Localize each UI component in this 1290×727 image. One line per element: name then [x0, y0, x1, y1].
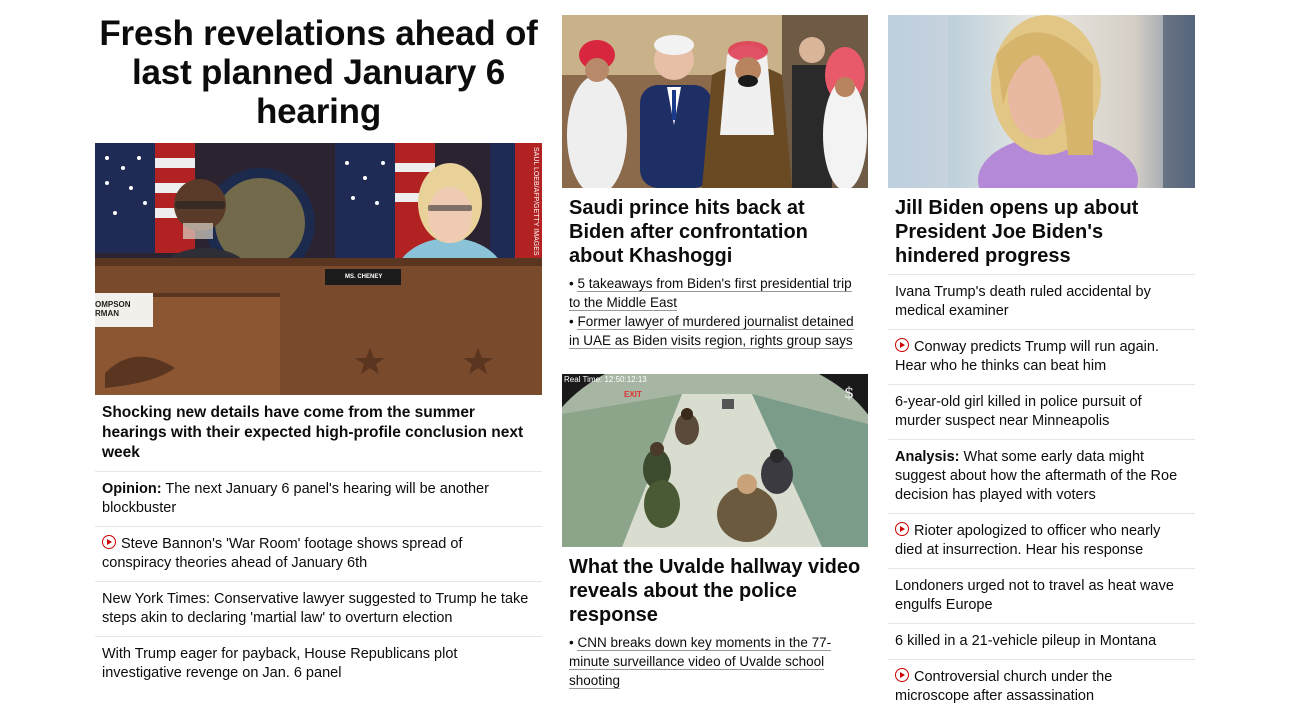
- middle-column: Saudi prince hits back at Biden after co…: [562, 0, 868, 690]
- link-text: Controversial church under the microscop…: [895, 669, 1113, 704]
- photo-credit: SAUL LOEB/AFP/GETTY IMAGES: [532, 147, 539, 256]
- related-links-list: Opinion: The next January 6 panel's hear…: [95, 472, 542, 691]
- link-rioter-video[interactable]: Rioter apologized to officer who nearly …: [888, 514, 1195, 569]
- saudi-sublinks: • 5 takeaways from Biden's first preside…: [562, 274, 868, 350]
- podium-text: OMPSON RMAN: [95, 300, 131, 318]
- link-opinion[interactable]: Opinion: The next January 6 panel's hear…: [95, 472, 542, 527]
- jan6-hearing-photo[interactable]: SAUL LOEB/AFP/GETTY IMAGES MS. CHENEY OM…: [95, 143, 542, 395]
- play-icon: [895, 668, 909, 682]
- link-montana-pileup[interactable]: 6 killed in a 21-vehicle pileup in Monta…: [888, 624, 1195, 660]
- link-text: With Trump eager for payback, House Repu…: [102, 646, 458, 681]
- uvalde-sublinks: • CNN breaks down key moments in the 77-…: [562, 633, 868, 690]
- video-timestamp: Real Time: 12:50:12:13: [564, 375, 647, 384]
- saudi-headline[interactable]: Saudi prince hits back at Biden after co…: [562, 188, 868, 274]
- uvalde-hallway-image: $: [562, 374, 868, 547]
- link-church-video[interactable]: Controversial church under the microscop…: [888, 660, 1195, 714]
- jan6-hearing-image: [95, 143, 542, 395]
- exit-sign-text: EXIT: [624, 390, 642, 399]
- link-conway-video[interactable]: Conway predicts Trump will run again. He…: [888, 330, 1195, 385]
- sublink-takeaways[interactable]: • 5 takeaways from Biden's first preside…: [569, 274, 861, 312]
- link-bannon-video[interactable]: Steve Bannon's 'War Room' footage shows …: [95, 527, 542, 582]
- lead-summary[interactable]: Shocking new details have come from the …: [95, 395, 542, 472]
- lead-headline[interactable]: Fresh revelations ahead of last planned …: [95, 14, 542, 131]
- link-minneapolis-pursuit[interactable]: 6-year-old girl killed in police pursuit…: [888, 385, 1195, 440]
- play-icon: [895, 522, 909, 536]
- jill-biden-image: [888, 15, 1195, 188]
- jill-biden-headline[interactable]: Jill Biden opens up about President Joe …: [888, 188, 1195, 275]
- link-text: Rioter apologized to officer who nearly …: [895, 523, 1161, 558]
- link-text: Londoners urged not to travel as heat wa…: [895, 578, 1174, 613]
- sublink-lawyer-detained[interactable]: • Former lawyer of murdered journalist d…: [569, 312, 861, 350]
- link-nyt-martial-law[interactable]: New York Times: Conservative lawyer sugg…: [95, 582, 542, 637]
- lead-story-column: Fresh revelations ahead of last planned …: [95, 0, 542, 691]
- saudi-prince-photo[interactable]: [562, 15, 868, 188]
- sublink-text: Former lawyer of murdered journalist det…: [569, 314, 854, 349]
- uvalde-video-thumbnail[interactable]: $ Real Time: 12:50:12:13 EXIT: [562, 374, 868, 547]
- nameplate-text: MS. CHENEY: [345, 274, 383, 280]
- link-text: 6 killed in a 21-vehicle pileup in Monta…: [895, 633, 1157, 649]
- link-text: Conway predicts Trump will run again. He…: [895, 339, 1159, 374]
- link-ivana-trump[interactable]: Ivana Trump's death ruled accidental by …: [888, 275, 1195, 330]
- right-links-list: Ivana Trump's death ruled accidental by …: [888, 275, 1195, 714]
- link-roe-analysis[interactable]: Analysis: What some early data might sug…: [888, 440, 1195, 514]
- analysis-label: Analysis:: [895, 449, 960, 465]
- link-text: 6-year-old girl killed in police pursuit…: [895, 394, 1142, 429]
- saudi-prince-image: [562, 15, 868, 188]
- sublink-text: 5 takeaways from Biden's first president…: [569, 276, 852, 311]
- link-heat-wave[interactable]: Londoners urged not to travel as heat wa…: [888, 569, 1195, 624]
- link-text: Steve Bannon's 'War Room' footage shows …: [102, 536, 463, 571]
- opinion-label: Opinion:: [102, 481, 162, 497]
- link-text: New York Times: Conservative lawyer sugg…: [102, 591, 529, 626]
- sublink-text: CNN breaks down key moments in the 77-mi…: [569, 635, 832, 689]
- link-text: Ivana Trump's death ruled accidental by …: [895, 284, 1151, 319]
- right-column: Jill Biden opens up about President Joe …: [888, 0, 1195, 714]
- uvalde-headline[interactable]: What the Uvalde hallway video reveals ab…: [562, 547, 868, 633]
- play-icon: [895, 338, 909, 352]
- link-house-republicans[interactable]: With Trump eager for payback, House Repu…: [95, 637, 542, 691]
- play-icon: [102, 535, 116, 549]
- video-logo-icon: $: [844, 383, 854, 402]
- jill-biden-photo[interactable]: [888, 15, 1195, 188]
- sublink-cnn-breakdown[interactable]: • CNN breaks down key moments in the 77-…: [569, 633, 861, 690]
